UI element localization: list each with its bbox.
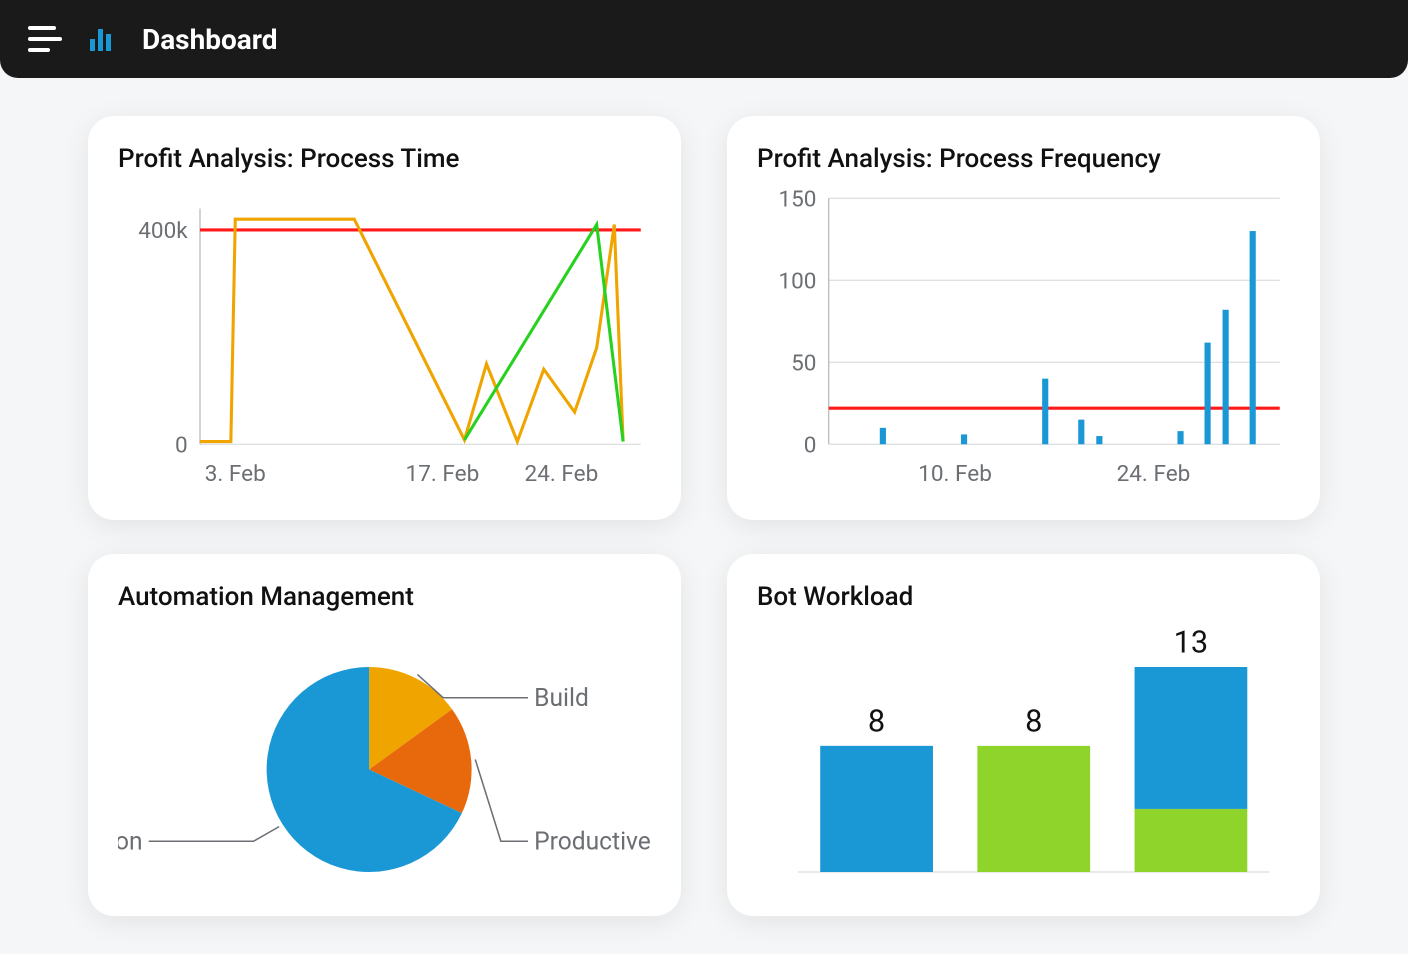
svg-text:Build: Build <box>534 683 589 712</box>
svg-text:100: 100 <box>778 267 816 294</box>
card-title: Automation Management <box>118 582 651 612</box>
svg-text:0: 0 <box>175 431 188 458</box>
chart-automation-management: Build Productive Evaluation <box>118 626 651 893</box>
chart-bot-workload: 8 8 13 <box>757 626 1290 893</box>
svg-text:24. Feb: 24. Feb <box>1117 460 1191 487</box>
chart-process-time: 0 400k 3. Feb 17. Feb 24. Feb <box>118 188 651 496</box>
svg-text:400k: 400k <box>138 217 188 244</box>
card-automation-management: Automation Management Build Productive Eva… <box>88 554 681 917</box>
svg-text:17. Feb: 17. Feb <box>406 460 480 487</box>
chart-process-frequency: 0 50 100 150 10. Feb 24. Feb <box>757 188 1290 496</box>
svg-text:50: 50 <box>791 349 816 376</box>
card-title: Bot Workload <box>757 582 1290 612</box>
svg-text:8: 8 <box>868 702 885 739</box>
svg-text:8: 8 <box>1025 702 1042 739</box>
card-title: Profit Analysis: Process Frequency <box>757 144 1290 174</box>
bar-chart-icon <box>88 25 116 53</box>
svg-text:Evaluation: Evaluation <box>118 827 143 856</box>
svg-text:0: 0 <box>804 431 817 458</box>
menu-icon[interactable] <box>28 26 62 52</box>
page-title: Dashboard <box>142 23 278 56</box>
app-header: Dashboard <box>0 0 1408 78</box>
card-title: Profit Analysis: Process Time <box>118 144 651 174</box>
svg-text:24. Feb: 24. Feb <box>525 460 599 487</box>
svg-text:13: 13 <box>1174 626 1209 661</box>
card-bot-workload: Bot Workload 8 8 13 <box>727 554 1320 917</box>
svg-text:Productive: Productive <box>534 827 651 856</box>
dashboard-grid: Profit Analysis: Process Time 0 400k 3. Fe… <box>0 78 1408 954</box>
svg-text:10. Feb: 10. Feb <box>918 460 992 487</box>
svg-text:3. Feb: 3. Feb <box>205 460 266 487</box>
svg-text:150: 150 <box>778 188 816 212</box>
card-process-time: Profit Analysis: Process Time 0 400k 3. Fe… <box>88 116 681 520</box>
card-process-frequency: Profit Analysis: Process Frequency 0 50 10… <box>727 116 1320 520</box>
